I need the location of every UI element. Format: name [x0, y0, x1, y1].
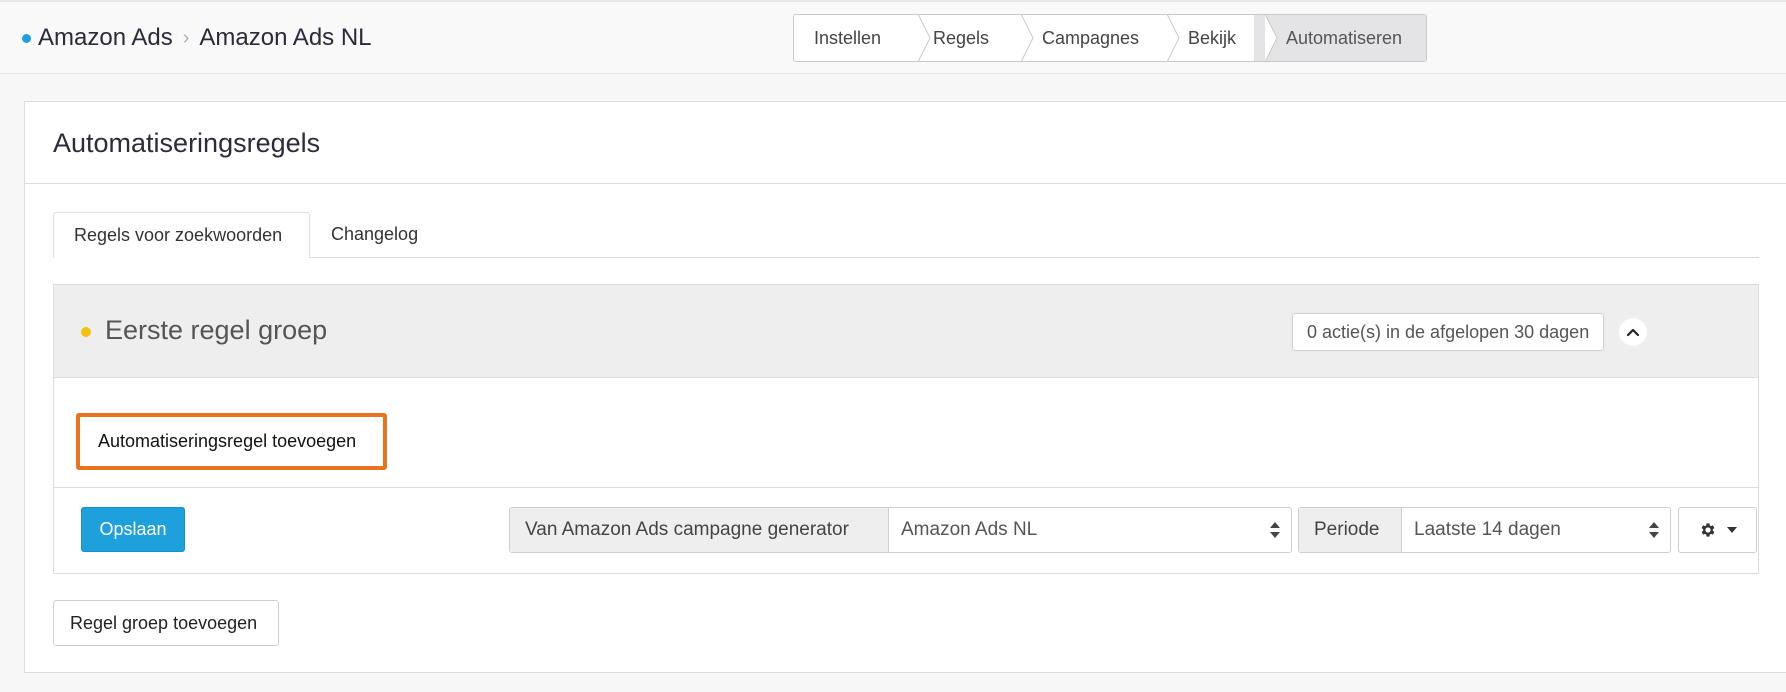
rule-group-title: Eerste regel groep: [105, 315, 328, 345]
status-dot-icon: [22, 33, 31, 43]
source-label: Van Amazon Ads campagne generator: [510, 508, 889, 552]
breadcrumb: Amazon Ads › Amazon Ads NL: [22, 24, 372, 52]
step-automatiseren[interactable]: Automatiseren: [1254, 15, 1426, 61]
divider: [25, 183, 1786, 184]
add-automation-rule-button[interactable]: Automatiseringsregel toevoegen: [76, 413, 387, 470]
source-select-group: Van Amazon Ads campagne generator Amazon…: [509, 507, 1292, 553]
gear-icon: [1701, 523, 1714, 537]
rule-group: Eerste regel groep 0 actie(s) in de afge…: [53, 284, 1759, 574]
save-button[interactable]: Opslaan: [81, 507, 185, 552]
step-instellen[interactable]: Instellen: [794, 15, 931, 61]
wizard-steps: Instellen Regels Campagnes Bekijk Automa…: [793, 14, 1427, 62]
source-value: Amazon Ads NL: [901, 519, 1038, 540]
breadcrumb-root[interactable]: Amazon Ads: [38, 24, 173, 52]
add-rule-group-button[interactable]: Regel groep toevoegen: [53, 600, 279, 646]
collapse-button[interactable]: [1619, 318, 1647, 346]
period-label: Periode: [1299, 508, 1402, 552]
period-value: Laatste 14 dagen: [1414, 519, 1561, 540]
rule-group-header: Eerste regel groep 0 actie(s) in de afge…: [54, 285, 1758, 378]
sort-arrows-icon: [1649, 522, 1659, 538]
actions-count-badge: 0 actie(s) in de afgelopen 30 dagen: [1292, 313, 1605, 351]
breadcrumb-current: Amazon Ads NL: [199, 24, 372, 51]
caret-down-icon: [1726, 527, 1737, 533]
step-label: Regels: [933, 28, 990, 48]
top-bar: Amazon Ads › Amazon Ads NL Instellen Reg…: [0, 0, 1786, 74]
step-label: Bekijk: [1188, 28, 1237, 48]
sort-arrows-icon: [1270, 522, 1280, 538]
step-label: Campagnes: [1042, 28, 1140, 48]
period-select[interactable]: Laatste 14 dagen: [1402, 508, 1670, 552]
automation-rules-panel: Automatiseringsregels Regels voor zoekwo…: [24, 101, 1786, 673]
period-select-group: Periode Laatste 14 dagen: [1298, 507, 1671, 553]
step-label: Instellen: [814, 28, 882, 48]
status-dot-icon: [81, 327, 91, 337]
tab-changelog[interactable]: Changelog: [311, 212, 438, 258]
tab-keyword-rules[interactable]: Regels voor zoekwoorden: [53, 212, 310, 258]
source-select[interactable]: Amazon Ads NL: [889, 508, 1291, 552]
chevron-right-icon: ›: [182, 26, 190, 49]
add-automation-rule-label: Automatiseringsregel toevoegen: [98, 431, 357, 451]
page-title: Automatiseringsregels: [53, 128, 321, 158]
tab-bar: Regels voor zoekwoorden Changelog: [53, 212, 1759, 258]
chevron-up-icon: [1626, 328, 1640, 337]
settings-dropdown-button[interactable]: [1678, 507, 1757, 553]
step-label: Automatiseren: [1286, 28, 1403, 48]
divider: [54, 487, 1758, 488]
